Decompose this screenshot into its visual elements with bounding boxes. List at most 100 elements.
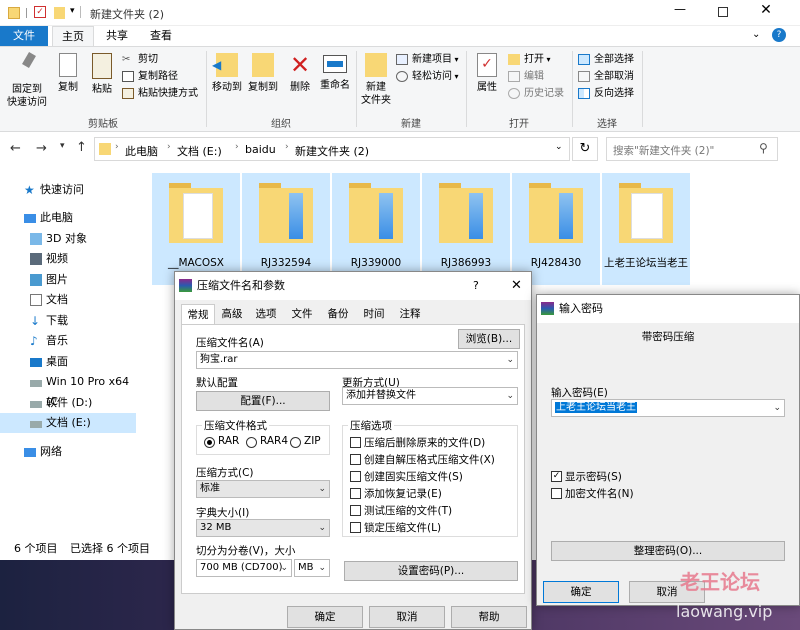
back-arrow-icon[interactable]: ← [10, 141, 21, 156]
refresh-icon[interactable]: ↻ [572, 137, 598, 161]
copy-to-button[interactable]: 复制到 [246, 53, 280, 94]
set-password-button[interactable]: 设置密码(P)... [344, 561, 518, 581]
pin-quick-access-button[interactable]: 固定到 快速访问 [4, 51, 50, 109]
easy-access-button[interactable]: 轻松访问 ▾ [396, 68, 459, 85]
split-unit-select[interactable]: MB ⌄ [294, 559, 330, 577]
chevron-down-icon[interactable]: ⌄ [506, 352, 514, 368]
nav-quick-access[interactable]: ★ 快速访问 [0, 180, 136, 200]
browse-button[interactable]: 浏览(B)... [458, 329, 520, 349]
nav-3d-objects[interactable]: 3D 对象 [0, 229, 136, 249]
help-icon[interactable]: ? [772, 28, 786, 42]
address-dropdown-icon[interactable]: ⌄ [555, 142, 563, 152]
nav-desktop[interactable]: 桌面 [0, 352, 136, 372]
paste-shortcut-button[interactable]: 粘贴快捷方式 [122, 85, 198, 102]
new-folder-quick-icon[interactable] [54, 7, 65, 19]
nav-pictures[interactable]: 图片 [0, 270, 136, 290]
breadcrumb-this-pc[interactable]: 此电脑 [125, 143, 158, 159]
password-ok-button[interactable]: 确定 [543, 581, 619, 603]
password-input[interactable]: 上老王论坛当老王 ⌄ [551, 399, 785, 417]
nav-drive-d[interactable]: 软件 (D:) [0, 393, 136, 413]
tab-file[interactable]: 文件 [0, 26, 48, 46]
maximize-icon[interactable] [718, 7, 728, 17]
new-folder-button[interactable]: 新建 文件夹 [360, 53, 392, 107]
show-password-checkbox[interactable]: ✓ [551, 471, 562, 482]
file-item[interactable]: RJ332594 [242, 173, 330, 285]
tab-advanced[interactable]: 高级 [217, 304, 247, 324]
file-item[interactable]: RJ386993 [422, 173, 510, 285]
forward-arrow-icon[interactable]: → [36, 141, 47, 156]
ok-button[interactable]: 确定 [287, 606, 363, 628]
search-icon[interactable]: ⚲ [759, 141, 768, 155]
nav-drive-e[interactable]: 文档 (E:) [0, 413, 136, 433]
tab-general[interactable]: 常规 [181, 304, 215, 324]
compression-method-select[interactable]: 标准 ⌄ [196, 480, 330, 498]
nav-this-pc[interactable]: 此电脑 [0, 208, 136, 228]
format-zip-radio[interactable] [290, 437, 301, 448]
help-button[interactable]: 帮助 [451, 606, 527, 628]
history-button[interactable]: 历史记录 [508, 85, 564, 102]
cancel-button[interactable]: 取消 [369, 606, 445, 628]
breadcrumb-drive-e[interactable]: 文档 (E:) [177, 143, 222, 159]
file-item[interactable]: RJ339000 [332, 173, 420, 285]
file-item[interactable]: __MACOSX [152, 173, 240, 285]
tab-share[interactable]: 共享 [96, 26, 138, 46]
tab-options[interactable]: 选项 [251, 304, 281, 324]
chevron-down-icon[interactable]: ⌄ [280, 560, 288, 576]
nav-drive-c[interactable]: Win 10 Pro x64 (C [0, 372, 136, 408]
move-to-button[interactable]: ◀ 移动到 [210, 53, 244, 94]
nav-documents[interactable]: 文档 [0, 290, 136, 310]
file-item[interactable]: RJ428430 [512, 173, 600, 285]
chevron-down-icon[interactable]: ⌄ [318, 520, 326, 536]
delete-button[interactable]: ✕ 删除 [286, 53, 314, 94]
file-item[interactable]: 上老王论坛当老王 [602, 173, 690, 285]
up-arrow-icon[interactable]: ↑ [76, 140, 87, 155]
address-box[interactable]: › 此电脑 › 文档 (E:) › baidu › 新建文件夹 (2) ⌄ [94, 137, 570, 161]
help-question-icon[interactable]: ? [473, 272, 479, 300]
tab-files[interactable]: 文件 [287, 304, 317, 324]
breadcrumb-baidu[interactable]: baidu [245, 143, 276, 156]
rename-button[interactable]: 重命名 [318, 53, 352, 92]
copy-path-button[interactable]: 复制路径 [122, 68, 178, 85]
recent-dropdown-icon[interactable]: ▾ [60, 141, 65, 151]
cut-button[interactable]: ✂ 剪切 [122, 51, 158, 68]
nav-videos[interactable]: 视频 [0, 249, 136, 269]
delete-after-checkbox[interactable] [350, 437, 361, 448]
recovery-record-checkbox[interactable] [350, 488, 361, 499]
open-button[interactable]: 打开 ▾ [508, 51, 551, 68]
update-mode-select[interactable]: 添加并替换文件 ⌄ [342, 387, 518, 405]
new-item-button[interactable]: 新建项目 ▾ [396, 51, 459, 68]
split-size-select[interactable]: 700 MB (CD700) ⌄ [196, 559, 292, 577]
tab-view[interactable]: 查看 [140, 26, 182, 46]
test-files-checkbox[interactable] [350, 505, 361, 516]
tab-home[interactable]: 主页 [52, 26, 94, 46]
tab-backup[interactable]: 备份 [323, 304, 353, 324]
solid-checkbox[interactable] [350, 471, 361, 482]
select-all-button[interactable]: 全部选择 [578, 51, 634, 68]
properties-quick-icon[interactable]: ✓ [34, 6, 46, 18]
lock-archive-checkbox[interactable] [350, 522, 361, 533]
sfx-checkbox[interactable] [350, 454, 361, 465]
tab-time[interactable]: 时间 [359, 304, 389, 324]
search-input[interactable]: 搜索"新建文件夹 (2)" ⚲ [606, 137, 778, 161]
chevron-down-icon[interactable]: ⌄ [318, 481, 326, 497]
ribbon-collapse-icon[interactable]: ⌄ [752, 29, 760, 40]
quick-access-dropdown-icon[interactable]: ▾ [70, 6, 75, 16]
dictionary-size-select[interactable]: 32 MB ⌄ [196, 519, 330, 537]
tab-comment[interactable]: 注释 [395, 304, 425, 324]
invert-selection-button[interactable]: 反向选择 [578, 85, 634, 102]
chevron-down-icon[interactable]: ⌄ [318, 560, 326, 576]
nav-downloads[interactable]: ↓ 下载 [0, 311, 136, 331]
dialog-close-icon[interactable]: ✕ [511, 272, 522, 300]
breadcrumb-current[interactable]: 新建文件夹 (2) [295, 143, 369, 159]
profiles-button[interactable]: 配置(F)... [196, 391, 330, 411]
format-rar-radio[interactable] [204, 437, 215, 448]
edit-button[interactable]: 编辑 [508, 68, 544, 85]
paste-button[interactable]: 粘贴 [88, 53, 116, 96]
close-icon[interactable]: ✕ [756, 2, 776, 22]
encrypt-names-checkbox[interactable] [551, 488, 562, 499]
organize-passwords-button[interactable]: 整理密码(O)... [551, 541, 785, 561]
properties-button[interactable]: ✓ 属性 [472, 53, 502, 94]
chevron-down-icon[interactable]: ⌄ [506, 388, 514, 404]
format-rar4-radio[interactable] [246, 437, 257, 448]
copy-button[interactable]: 复制 [54, 53, 82, 94]
